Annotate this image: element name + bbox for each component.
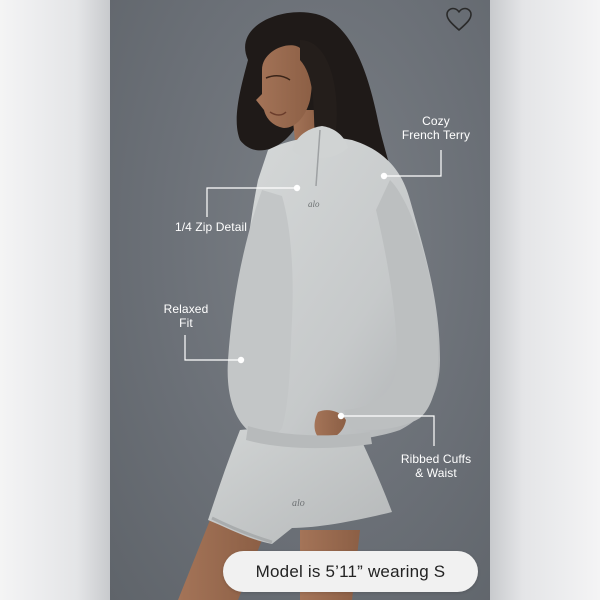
callout-relaxed-fit: Relaxed Fit (163, 302, 209, 330)
callout-ribbed-cuffs: Ribbed Cuffs & Waist (400, 452, 472, 480)
shorts-logo: alo (292, 498, 305, 509)
model-size-text: Model is 5’11” wearing S (255, 561, 446, 581)
heart-outline-icon[interactable] (445, 6, 473, 32)
callout-cozy-french-terry: Cozy French Terry (401, 114, 471, 142)
model-photo: alo alo (178, 12, 440, 600)
chest-logo: alo (308, 199, 320, 209)
product-image-container: alo alo Cozy French Terry 1/4 Zip Detail… (0, 0, 600, 600)
callout-zip-detail: 1/4 Zip Detail (174, 220, 248, 234)
model-size-badge: Model is 5’11” wearing S (223, 551, 478, 592)
